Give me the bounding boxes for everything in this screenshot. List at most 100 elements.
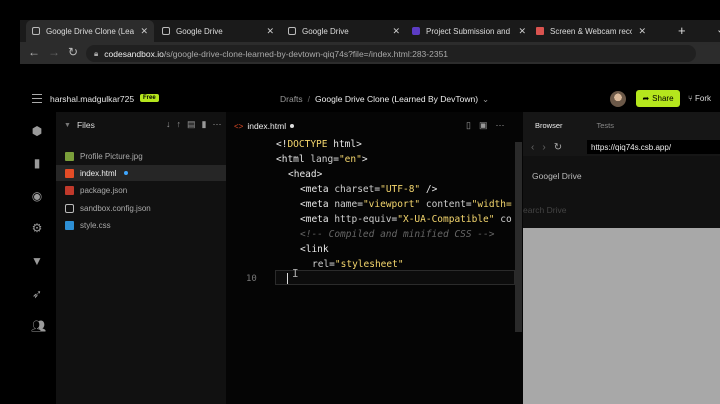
project-title[interactable]: Google Drive Clone (Learned By DevTown) <box>315 94 478 104</box>
browser-tab[interactable]: Screen & Webcam record ✕ <box>530 20 652 42</box>
tab-title: Screen & Webcam record <box>550 26 633 36</box>
preview-search-input[interactable]: earch Drive <box>523 205 566 215</box>
mouse-ibeam-icon: I <box>292 267 299 280</box>
menu-icon[interactable] <box>32 94 42 106</box>
code-line: <meta http-equiv="X-UA-Compatible" co <box>300 214 512 225</box>
file-icon[interactable]: ▮ <box>31 157 43 169</box>
deploy-icon[interactable]: ▼ <box>31 255 43 267</box>
line-number: 10 <box>246 274 257 284</box>
url-path: /s/google-drive-clone-learned-by-devtown… <box>163 48 449 59</box>
preview-header: Googel Drive earch Drive <box>523 156 720 228</box>
fork-label: Fork <box>695 94 712 103</box>
file-item[interactable]: Profile Picture.jpg <box>56 148 226 164</box>
code-line: <link <box>300 244 329 255</box>
plan-badge: Free <box>140 94 159 102</box>
editor-toolbar-icons[interactable]: ▯▣⋯ <box>466 120 512 131</box>
unsaved-dot-icon <box>290 124 295 128</box>
fork-button[interactable]: ⑂ Fork <box>688 94 711 103</box>
browser-tab[interactable]: Google Drive Clone (Lear ✕ <box>26 20 154 42</box>
file-item[interactable]: package.json <box>56 182 226 198</box>
gear-icon[interactable]: ⚙ <box>31 222 43 234</box>
breadcrumb-drafts[interactable]: Drafts <box>280 94 303 104</box>
file-name: index.html <box>80 168 117 178</box>
tab-page-icon <box>162 27 170 35</box>
close-icon[interactable]: ✕ <box>518 26 526 37</box>
browser-tab[interactable]: Project Submission and A ✕ <box>406 20 532 42</box>
search-icon[interactable]: ◉ <box>31 190 43 202</box>
close-icon[interactable]: ✕ <box>266 26 274 37</box>
activity-rail: ⬢ ▮ ◉ ⚙ ▼ ➶ 👥︎ <box>20 112 56 404</box>
css-file-icon <box>65 220 74 230</box>
json-file-icon <box>65 185 74 195</box>
tab-page-icon <box>288 27 296 35</box>
config-file-icon <box>65 203 74 213</box>
code-icon: <> <box>234 121 244 131</box>
code-line: rel="stylesheet" <box>312 259 404 270</box>
forward-icon[interactable]: › <box>542 142 545 153</box>
preview-page-title: Googel Drive <box>532 171 582 181</box>
reload-icon[interactable]: ↻ <box>68 45 78 59</box>
file-name: Profile Picture.jpg <box>80 151 143 161</box>
close-icon[interactable]: ✕ <box>392 26 400 37</box>
url-host: codesandbox.io <box>104 48 164 59</box>
code-line: <!DOCTYPE html> <box>276 139 362 150</box>
url-input[interactable]: 🔒︎ codesandbox.io/s/google-drive-clone-l… <box>86 45 696 62</box>
browser-tab-strip: Google Drive Clone (Lear ✕ Google Drive … <box>20 20 720 42</box>
code-editor[interactable]: <> index.html ▯▣⋯ 10 <!DOCTYPE html> <ht… <box>226 112 523 404</box>
tab-title: Google Drive <box>176 26 223 36</box>
preview-frame[interactable]: Googel Drive earch Drive <box>523 156 720 404</box>
address-bar-row: ← → ↻ 🔒︎ codesandbox.io/s/google-drive-c… <box>20 42 720 64</box>
current-line-highlight <box>275 270 515 285</box>
tab-page-icon <box>32 27 40 35</box>
tab-title: Project Submission and A <box>426 26 513 36</box>
close-icon[interactable]: ✕ <box>140 26 148 37</box>
image-file-icon <box>65 151 74 161</box>
tab-purple-icon <box>412 27 420 35</box>
preview-tabs: Browser Tests <box>523 112 720 138</box>
rocket-icon[interactable]: ➶ <box>31 288 43 300</box>
chevron-down-icon[interactable]: ⌄ <box>716 23 720 36</box>
new-tab-icon[interactable]: + <box>678 23 686 38</box>
file-item[interactable]: style.css <box>56 217 226 233</box>
chevron-down-icon: ▼ <box>64 121 71 129</box>
tab-browser[interactable]: Browser <box>535 121 563 130</box>
chevron-down-icon[interactable]: ⌄ <box>482 94 489 104</box>
share-label: Share <box>652 94 674 103</box>
close-icon[interactable]: ✕ <box>638 26 646 37</box>
username[interactable]: harshal.madgulkar725 <box>50 94 134 104</box>
code-line: <meta charset="UTF-8" /> <box>300 184 438 195</box>
code-line: <meta name="viewport" content="width= <box>300 199 512 210</box>
tab-tests[interactable]: Tests <box>597 121 615 130</box>
browser-tab[interactable]: Google Drive ✕ <box>282 20 406 42</box>
avatar[interactable] <box>610 91 626 107</box>
breadcrumb: Drafts / Google Drive Clone (Learned By De… <box>280 94 489 105</box>
editor-tab-index-html[interactable]: <> index.html <box>228 116 300 136</box>
back-icon[interactable]: ← <box>28 45 40 59</box>
file-name: package.json <box>80 185 128 195</box>
text-caret <box>287 273 288 284</box>
code-line: <html lang="en"> <box>276 154 368 165</box>
html-file-icon <box>65 168 74 178</box>
file-name: sandbox.config.json <box>80 203 151 213</box>
files-title: Files <box>76 120 95 130</box>
share-button[interactable]: ➦ Share <box>636 90 680 107</box>
reload-icon[interactable]: ↻ <box>554 142 562 153</box>
app-header: harshal.madgulkar725 Free Drafts / Google … <box>20 88 720 110</box>
file-item[interactable]: index.html <box>56 165 226 181</box>
users-icon[interactable]: 👥︎ <box>31 320 46 332</box>
preview-url-input[interactable]: https://qiq74s.csb.app/ <box>587 140 720 154</box>
code-line: <head> <box>288 169 323 180</box>
editor-scrollbar[interactable] <box>515 142 522 332</box>
breadcrumb-separator: / <box>307 94 311 104</box>
file-toolbar-icons[interactable]: ↓↑▤▮⋯ <box>166 119 227 130</box>
preview-panel: Browser Tests ‹ › ↻ https://qiq74s.csb.a… <box>523 112 720 404</box>
forward-icon[interactable]: → <box>48 45 60 59</box>
tab-title: Google Drive <box>302 26 349 36</box>
tab-red-icon <box>536 27 544 35</box>
browser-tab[interactable]: Google Drive ✕ <box>156 20 280 42</box>
back-icon[interactable]: ‹ <box>531 142 534 153</box>
cube-icon[interactable]: ⬢ <box>31 125 43 137</box>
code-comment: <!-- Compiled and minified CSS --> <box>300 229 495 240</box>
file-item[interactable]: sandbox.config.json <box>56 200 226 216</box>
files-panel: ▼ Files ↓↑▤▮⋯ Profile Picture.jpg index.… <box>56 112 226 404</box>
